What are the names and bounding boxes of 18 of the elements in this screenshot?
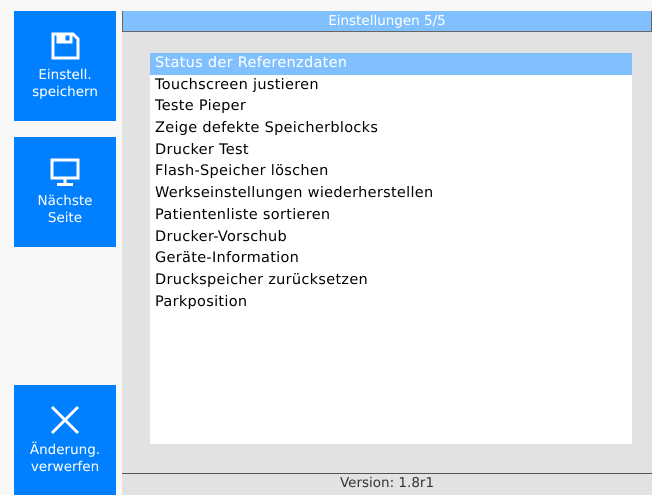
menu-item[interactable]: Teste Pieper [150,96,632,118]
menu-item[interactable]: Drucker Test [150,140,632,162]
menu-item[interactable]: Geräte-Information [150,248,632,270]
monitor-icon [49,157,81,187]
menu-item[interactable]: Touchscreen justieren [150,74,632,96]
menu-item[interactable]: Drucker-Vorschub [150,226,632,248]
next-page-button[interactable]: Nächste Seite [14,137,116,247]
menu-item[interactable]: Werkseinstellungen wiederherstellen [150,183,632,205]
menu-item[interactable]: Flash-Speicher löschen [150,161,632,184]
menu-item[interactable]: Zeige defekte Speicherblocks [150,118,632,140]
discard-button[interactable]: Änderung. verwerfen [14,385,116,495]
save-button[interactable]: Einstell. speichern [14,11,116,121]
version-label: Version: 1.8r1 [122,473,652,495]
menu-item[interactable]: Druckspeicher zurücksetzen [150,270,632,292]
menu-item[interactable]: Parkposition [150,292,632,314]
menu-item[interactable]: Patientenliste sortieren [150,204,632,226]
title-bar: Einstellungen 5/5 [122,11,652,32]
close-icon [49,404,81,436]
